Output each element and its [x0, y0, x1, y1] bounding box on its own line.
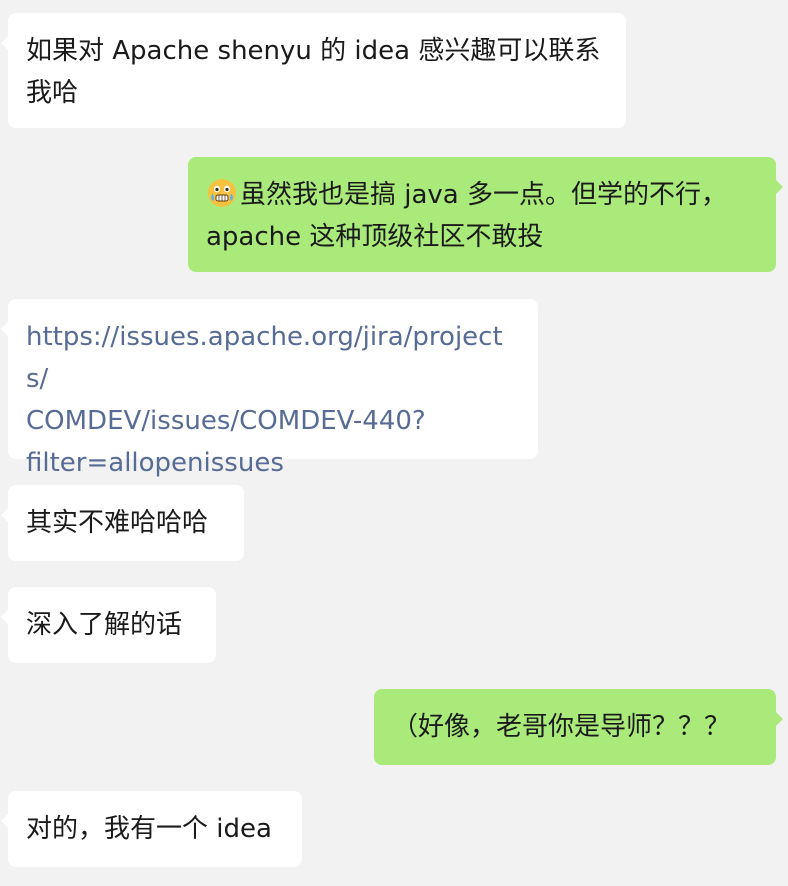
grimacing-tears-face-icon	[208, 179, 236, 207]
message-text-line: 深入了解的话	[26, 610, 183, 640]
message-bubble-incoming[interactable]: 深入了解的话	[1, 587, 216, 663]
message-link-line[interactable]: https://issues.apache.org/jira/projects/	[26, 316, 520, 400]
message-text-line: 虽然我也是搞 java 多一点。但学的不行，	[206, 174, 758, 216]
message-bubble-outgoing[interactable]: 虽然我也是搞 java 多一点。但学的不行， apache 这种顶级社区不敢投	[188, 157, 783, 272]
message-bubble-outgoing[interactable]: （好像，老哥你是导师？？？	[374, 689, 783, 765]
message-link-line[interactable]: COMDEV/issues/COMDEV-440?	[26, 400, 520, 442]
message-text-line: 其实不难哈哈哈	[26, 508, 209, 538]
message-bubble-incoming[interactable]: 对的，我有一个 idea	[1, 791, 302, 867]
message-text-line: 对的，我有一个 idea	[26, 814, 272, 844]
message-text-line: （好像，老哥你是导师？？？	[392, 712, 731, 742]
message-text-line: apache 这种顶级社区不敢投	[206, 222, 544, 252]
message-bubble-incoming[interactable]: 如果对 Apache shenyu 的 idea 感兴趣可以联系 我哈	[1, 13, 626, 128]
message-text: 虽然我也是搞 java 多一点。但学的不行，	[240, 180, 728, 210]
message-text-line: 如果对 Apache shenyu 的 idea 感兴趣可以联系	[26, 36, 601, 66]
message-text-line: 我哈	[26, 78, 79, 108]
message-link-line[interactable]: filter=allopenissues	[26, 442, 520, 484]
message-bubble-incoming-link[interactable]: https://issues.apache.org/jira/projects/…	[1, 299, 538, 478]
chat-history: 如果对 Apache shenyu 的 idea 感兴趣可以联系 我哈 虽然我也…	[0, 0, 788, 886]
message-bubble-incoming[interactable]: 其实不难哈哈哈	[1, 485, 244, 561]
